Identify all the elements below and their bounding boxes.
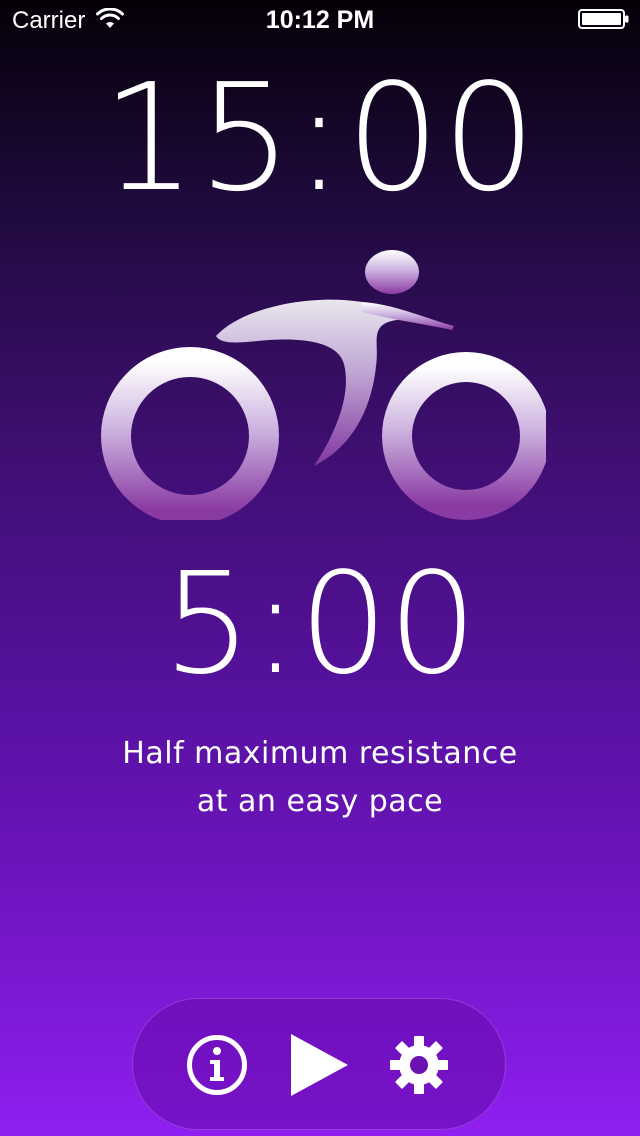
info-icon	[187, 1035, 247, 1095]
status-time: 10:12 PM	[265, 6, 375, 34]
cyclist-logo-icon	[101, 250, 546, 520]
play-icon	[291, 1034, 348, 1096]
interval-instruction: Half maximum resistance at an easy pace	[0, 730, 640, 826]
instruction-line-2: at an easy pace	[196, 784, 444, 819]
total-time-display: 15:00	[101, 52, 539, 224]
instruction-line-1: Half maximum resistance	[122, 736, 518, 771]
battery-icon	[578, 9, 629, 29]
status-bar: Carrier 10:12 PM	[0, 0, 640, 40]
settings-button[interactable]	[383, 1029, 455, 1101]
gear-icon	[390, 1036, 448, 1094]
play-button[interactable]	[283, 1029, 355, 1101]
control-bar	[132, 998, 506, 1130]
info-button[interactable]	[181, 1029, 253, 1101]
interval-time-display: 5:00	[162, 543, 478, 706]
